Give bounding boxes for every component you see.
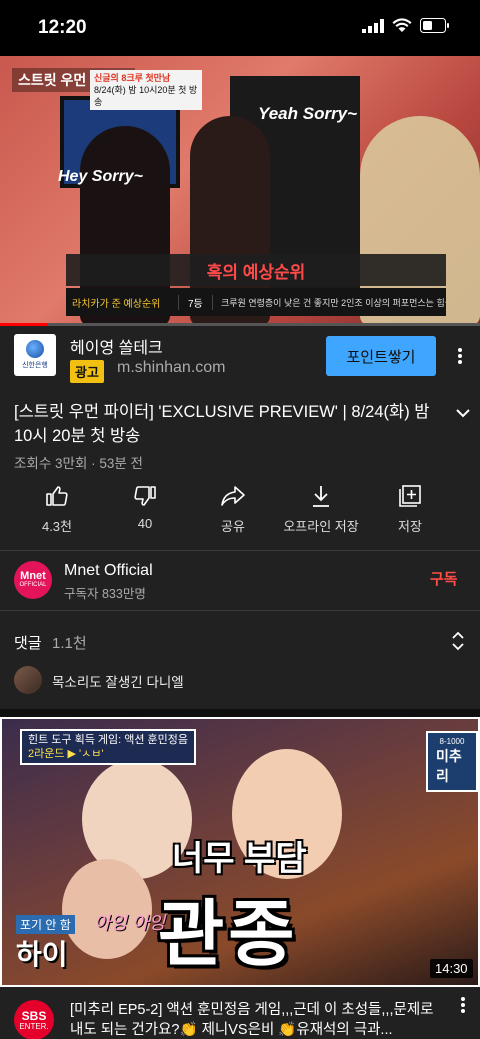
like-button[interactable]: 4.3천 — [7, 482, 107, 535]
thumb-caption-1: 너무 부담 — [172, 840, 307, 878]
rank-row: 라치카가 준 예상순위 7등 크루원 연령층이 낮은 건 좋지만 2인조 이상의… — [66, 288, 446, 316]
thumb-aside-big: 하이 — [16, 939, 68, 970]
advertiser-logo[interactable]: 신한은행 — [14, 334, 56, 376]
thumb-label-line2: 2라운드 ▶ 'ㅅㅂ' — [28, 748, 104, 760]
dislike-count: 40 — [137, 516, 153, 531]
save-playlist-icon — [397, 482, 423, 510]
top-comment: 목소리도 잘생긴 다니엘 — [52, 675, 184, 690]
download-icon — [308, 482, 334, 510]
comments-title: 댓글 — [14, 635, 42, 652]
video-title[interactable]: [스트릿 우먼 파이터] 'EXCLUSIVE PREVIEW' | 8/24(… — [14, 400, 444, 448]
subtitle-left: Hey Sorry~ — [58, 168, 143, 185]
next-video-title[interactable]: [미추리 EP5-2] 액션 훈민정음 게임,,,근데 이 초성들,,,문제로 … — [70, 1000, 440, 1039]
share-icon — [220, 482, 246, 510]
subscriber-count: 구독자 833만명 — [64, 587, 146, 601]
battery-icon — [420, 18, 450, 38]
broadcast-caption: 신글의 8크루 첫만남 8/24(화) 밤 10시20분 첫 방송 — [90, 70, 202, 110]
share-button[interactable]: 공유 — [183, 482, 283, 535]
like-count: 4.3천 — [41, 519, 73, 534]
rank-cell: 라치카가 준 예상순위 — [72, 298, 161, 310]
thumbs-down-icon — [132, 482, 158, 510]
channel-avatar[interactable]: Mnet OFFICIAL — [14, 561, 52, 599]
channel-name[interactable]: Mnet Official — [64, 562, 153, 580]
status-time: 12:20 — [38, 17, 87, 38]
advertiser-logo-text: 신한은행 — [22, 362, 48, 369]
thumb-label-line1: 힌트 도구 획득 게임: 액션 훈민정음 — [28, 734, 189, 746]
subscribe-button[interactable]: 구독 — [430, 568, 458, 589]
thumb-sign-text: 미추리 — [436, 748, 462, 784]
more-vert-icon[interactable] — [450, 341, 470, 371]
status-icons — [362, 18, 450, 38]
video-meta: 조회수 3만회 · 53분 전 — [14, 456, 143, 471]
channel-avatar-text: Mnet — [20, 570, 46, 582]
next-avatar-text: SBS — [21, 1008, 47, 1023]
share-label: 공유 — [221, 519, 245, 534]
ad-banner[interactable]: 신한은행 헤이영 쏠테크 광고 m.shinhan.com 포인트쌓기 — [0, 326, 480, 386]
dislike-button[interactable]: 40 — [95, 482, 195, 531]
ad-cta-button[interactable]: 포인트쌓기 — [326, 336, 436, 376]
more-vert-icon[interactable] — [453, 990, 473, 1020]
comments-section[interactable]: 댓글 1.1천 목소리도 잘생긴 다니엘 — [0, 618, 480, 718]
ad-url[interactable]: m.shinhan.com — [117, 359, 226, 377]
subtitle-right: Yeah Sorry~ — [258, 104, 358, 123]
thumb-aside-pink: 아잉 아잉 — [94, 913, 166, 933]
download-label: 오프라인 저장 — [283, 519, 359, 534]
next-avatar-sub: ENTER. — [19, 1021, 49, 1031]
thumb-caption-2: 관종 — [158, 895, 299, 975]
action-bar: 4.3천 40 공유 오프라인 저장 저장 — [0, 482, 480, 544]
divider — [0, 610, 480, 611]
rank-title: 혹의 예상순위 — [206, 262, 306, 282]
section-gap — [0, 709, 480, 717]
thumb-game-label: 힌트 도구 획득 게임: 액션 훈민정음 2라운드 ▶ 'ㅅㅂ' — [20, 729, 197, 765]
video-player[interactable]: 스트릿 우먼 파이터 신글의 8크루 첫만남 8/24(화) 밤 10시20분 … — [0, 56, 480, 326]
ad-badge: 광고 — [70, 360, 104, 383]
chevron-down-icon[interactable] — [452, 402, 474, 424]
next-video-thumbnail[interactable]: 힌트 도구 획득 게임: 액션 훈민정음 2라운드 ▶ 'ㅅㅂ' 8-1000 … — [0, 717, 480, 987]
save-button[interactable]: 저장 — [360, 482, 460, 535]
next-video-info[interactable]: SBS ENTER. [미추리 EP5-2] 액션 훈민정음 게임,,,근데 이… — [0, 988, 480, 1039]
globe-icon — [26, 340, 44, 358]
ad-title[interactable]: 헤이영 쏠테크 — [70, 334, 163, 358]
rank-cell: 크루원 연령층이 낮은 건 좋지만 2인조 이상의 퍼포먼스는 힘들 듯 — [221, 297, 446, 308]
next-channel-avatar[interactable]: SBS ENTER. — [14, 1000, 54, 1039]
duration-badge: 14:30 — [430, 959, 473, 978]
thumbs-up-icon — [44, 482, 70, 510]
channel-avatar-sub: OFFICIAL — [19, 582, 47, 588]
thumb-sign-small: 8-1000 — [439, 737, 465, 746]
thumb-aside-small: 포기 안 함 — [16, 915, 75, 934]
expand-collapse-icon[interactable] — [450, 630, 470, 654]
signal-icon — [362, 18, 384, 38]
caption-bottom: 8/24(화) 밤 10시20분 첫 방송 — [94, 85, 198, 107]
commenter-avatar — [14, 666, 42, 694]
save-label: 저장 — [398, 519, 422, 534]
thumb-sign: 8-1000 미추리 — [426, 731, 478, 792]
rank-cell: 7등 — [177, 294, 213, 310]
wifi-icon — [392, 18, 412, 38]
channel-row[interactable]: Mnet OFFICIAL Mnet Official 구독자 833만명 구독 — [0, 551, 480, 609]
caption-top: 신글의 8크루 첫만남 — [94, 73, 171, 83]
download-button[interactable]: 오프라인 저장 — [271, 482, 371, 535]
rank-panel: 혹의 예상순위 — [66, 254, 446, 286]
comments-count: 1.1천 — [52, 635, 87, 652]
status-bar: 12:20 — [0, 0, 480, 56]
